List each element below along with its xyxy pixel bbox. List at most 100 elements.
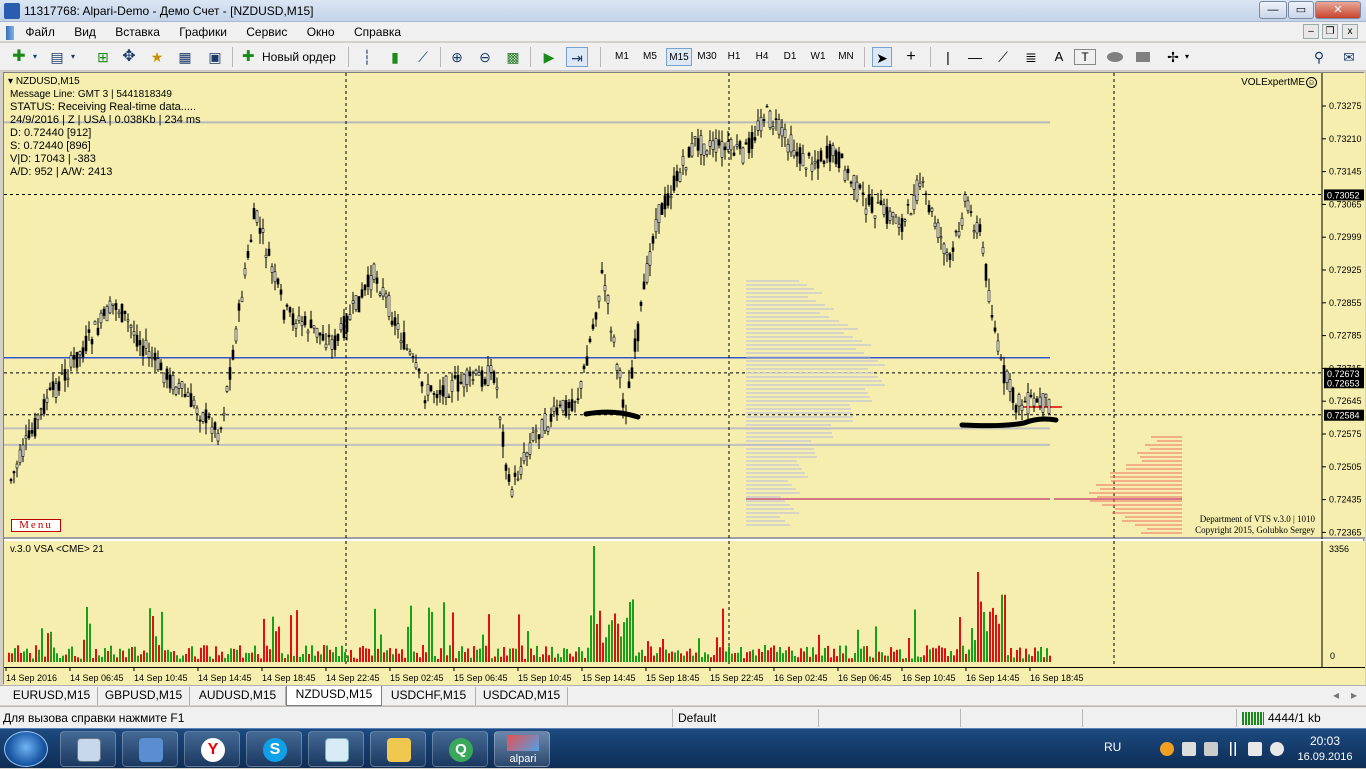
autoscroll-icon[interactable]: ⇥ — [566, 47, 588, 67]
tester-icon[interactable]: ▣ — [204, 47, 226, 67]
tab-usdcad[interactable]: USDCAD,M15 — [476, 687, 568, 705]
candle-body — [774, 118, 778, 121]
indicator-menu-button[interactable]: Menu — [11, 519, 61, 532]
timeframe-m15[interactable]: M15 — [666, 48, 692, 66]
menu-insert[interactable]: Вставка — [107, 22, 168, 42]
candle-body — [531, 432, 535, 441]
profiles-icon[interactable]: ▤ — [46, 47, 68, 67]
tab-gbpusd[interactable]: GBPUSD,M15 — [98, 687, 190, 705]
timeframe-m30[interactable]: M30 — [694, 48, 720, 66]
taskbar-explorer[interactable] — [370, 731, 426, 767]
zoom-in-icon[interactable]: ⊕ — [446, 47, 468, 67]
candle-body — [378, 293, 382, 296]
candle-body — [432, 393, 436, 395]
menu-file[interactable]: Файл — [17, 22, 63, 42]
tray-flag-icon[interactable] — [1182, 742, 1196, 756]
expert-smiley-icon[interactable]: ☺ — [1306, 77, 1317, 88]
connection-bars-icon[interactable] — [1242, 712, 1264, 725]
volume-bar — [305, 645, 307, 662]
menu-help[interactable]: Справка — [346, 22, 409, 42]
mdi-close-button[interactable]: x — [1342, 24, 1358, 39]
timeframe-m1[interactable]: M1 — [610, 48, 634, 66]
crosshair-nav-icon[interactable]: ✥ — [118, 47, 140, 67]
mdi-restore-button[interactable]: ❐ — [1322, 24, 1338, 39]
new-chart-icon[interactable]: ✚ — [8, 47, 30, 67]
candle-chart-icon[interactable]: ▮ — [384, 47, 406, 67]
bar-chart-icon[interactable]: ┆ — [356, 47, 378, 67]
time-tick-label: 14 Sep 22:45 — [326, 673, 380, 683]
timeframe-h4[interactable]: H4 — [750, 48, 774, 66]
volume-bar — [623, 622, 625, 662]
price-chart[interactable]: 0.73275 0.73210 0.73145 0.73065 0.72999 0.729… — [4, 73, 1365, 539]
taskbar-yandex[interactable]: Y — [184, 731, 240, 767]
volume-bar — [632, 599, 634, 662]
profiles-dropdown-icon[interactable]: ▾ — [68, 47, 78, 67]
text-label-icon[interactable]: T — [1074, 49, 1096, 65]
volume-bar — [482, 634, 484, 662]
chart-shift-icon[interactable]: ▶ — [538, 47, 560, 67]
taskbar-notepad[interactable] — [308, 731, 364, 767]
volume-bar — [359, 647, 361, 662]
menu-window[interactable]: Окно — [299, 22, 343, 42]
taskbar-skype[interactable]: S — [246, 731, 302, 767]
trendline-icon[interactable]: ⟋ — [992, 47, 1014, 67]
arrows-icon[interactable]: ✢ — [1162, 47, 1184, 67]
volume-bar — [713, 655, 715, 662]
timeframe-w1[interactable]: W1 — [806, 48, 830, 66]
rectangle-icon[interactable] — [1132, 47, 1154, 67]
ellipse-icon[interactable] — [1104, 47, 1126, 67]
line-chart-icon[interactable]: ⟋ — [412, 47, 434, 67]
taskbar-qip[interactable]: Q — [432, 731, 488, 767]
search-icon[interactable]: ⚲ — [1308, 47, 1330, 67]
volume-icon[interactable] — [1270, 742, 1284, 756]
horizontal-line-icon[interactable]: — — [964, 47, 986, 67]
navigator-icon[interactable]: ★ — [146, 47, 168, 67]
tray-display-icon[interactable] — [1248, 742, 1262, 756]
clock-time[interactable]: 20:03 — [1300, 734, 1350, 748]
close-button[interactable]: ✕ — [1315, 1, 1361, 19]
mdi-minimize-button[interactable]: – — [1303, 24, 1319, 39]
channel-icon[interactable]: ≣ — [1020, 47, 1042, 67]
tray-device-icon[interactable] — [1204, 742, 1218, 756]
tile-windows-icon[interactable]: ▩ — [502, 47, 524, 67]
vertical-line-icon[interactable]: | — [938, 47, 958, 67]
new-chart-dropdown-icon[interactable]: ▾ — [30, 47, 40, 67]
menu-charts[interactable]: Графики — [171, 22, 235, 42]
candle-body — [900, 218, 904, 232]
timeframe-m5[interactable]: M5 — [638, 48, 662, 66]
candle-body — [99, 312, 103, 324]
timeframe-mn[interactable]: MN — [834, 48, 858, 66]
tray-signal-icon[interactable] — [1226, 742, 1240, 756]
candle-body — [102, 308, 106, 316]
clock-date[interactable]: 16.09.2016 — [1292, 751, 1358, 763]
market-watch-icon[interactable]: ⊞ — [92, 47, 114, 67]
taskbar-network[interactable] — [122, 731, 178, 767]
text-tool-icon[interactable]: A — [1048, 47, 1070, 67]
restore-button[interactable]: ▭ — [1288, 1, 1314, 19]
vsa-indicator-panel[interactable]: v.3.0 VSA <CME> 21 3356 0 — [4, 541, 1365, 667]
menu-tools[interactable]: Сервис — [238, 22, 295, 42]
cursor-icon[interactable]: ➤ — [872, 47, 892, 67]
terminal-icon[interactable]: ▦ — [174, 47, 196, 67]
timeframe-h1[interactable]: H1 — [722, 48, 746, 66]
tabs-next-icon[interactable]: ▸ — [1346, 687, 1362, 705]
arrows-dropdown-icon[interactable]: ▾ — [1182, 47, 1192, 67]
tab-audusd[interactable]: AUDUSD,M15 — [190, 687, 286, 705]
zoom-out-icon[interactable]: ⊖ — [474, 47, 496, 67]
tray-app-icon[interactable] — [1160, 742, 1174, 756]
crosshair-icon[interactable]: + — [900, 47, 922, 67]
tab-usdchf[interactable]: USDCHF,M15 — [382, 687, 476, 705]
new-order-button[interactable]: ✚ Новый ордер — [240, 47, 340, 67]
timeframe-d1[interactable]: D1 — [778, 48, 802, 66]
taskbar-alpari[interactable]: alpari — [494, 731, 550, 767]
tabs-prev-icon[interactable]: ◂ — [1328, 687, 1344, 705]
candle-body — [237, 303, 241, 311]
taskbar-calculator[interactable] — [60, 731, 116, 767]
menu-view[interactable]: Вид — [66, 22, 104, 42]
tab-eurusd[interactable]: EURUSD,M15 — [6, 687, 98, 705]
start-button[interactable] — [4, 731, 48, 767]
tab-nzdusd[interactable]: NZDUSD,M15 — [286, 686, 382, 706]
language-indicator[interactable]: RU — [1104, 740, 1121, 754]
minimize-button[interactable]: — — [1259, 1, 1287, 19]
community-icon[interactable]: ✉ — [1338, 47, 1360, 67]
